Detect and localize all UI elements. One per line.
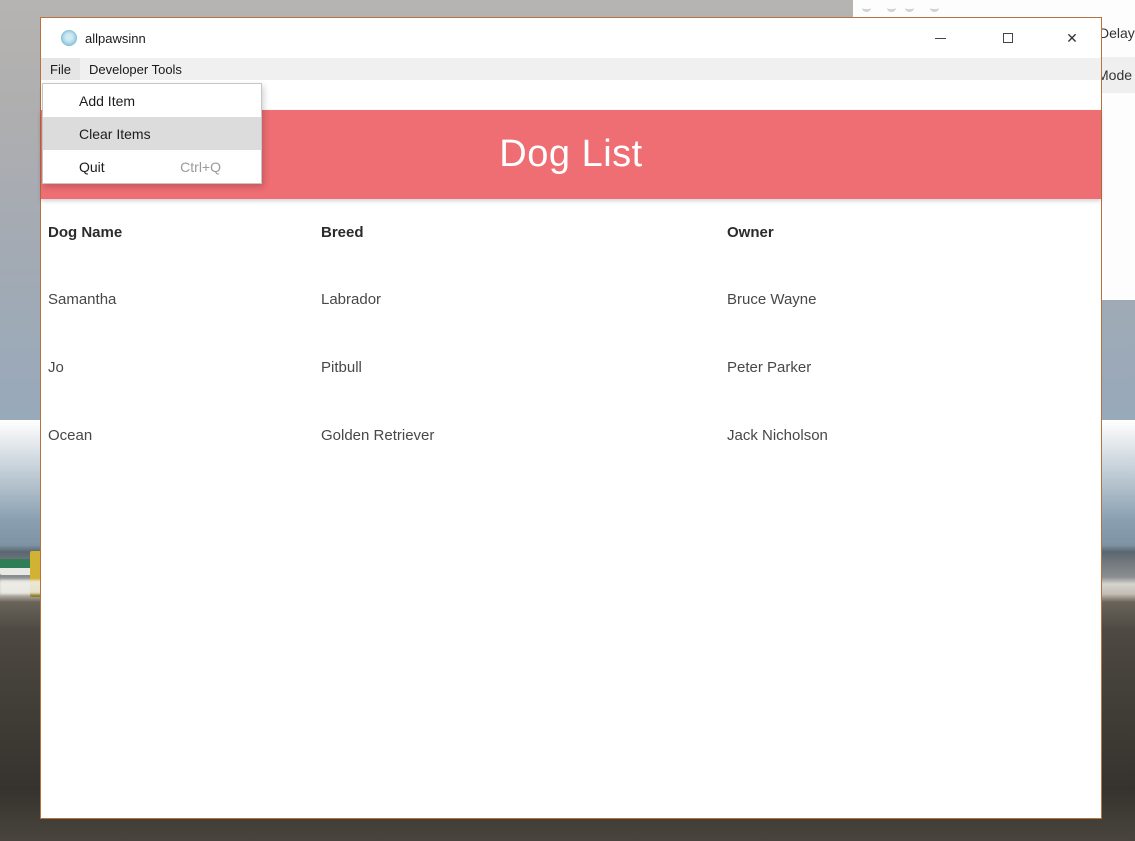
menu-item-clear-items[interactable]: Clear Items — [43, 117, 261, 150]
cell-owner: Jack Nicholson — [727, 427, 1101, 444]
background-toolbar-icon — [905, 4, 914, 12]
page-content: Dog List Dog Name Breed Owner Samantha L… — [41, 80, 1101, 818]
menu-bar: File Developer Tools — [41, 58, 1101, 80]
column-header-dog-name: Dog Name — [48, 224, 321, 241]
beach-surf — [0, 580, 45, 594]
menu-item-quit[interactable]: Quit Ctrl+Q — [43, 150, 261, 183]
table-header-row: Dog Name Breed Owner — [41, 199, 1101, 265]
cell-dog-name: Samantha — [48, 291, 321, 308]
desktop-wallpaper: Delay Mode allpawsinn ✕ File Dev — [0, 0, 1135, 841]
file-menu-dropdown: Add Item Clear Items Quit Ctrl+Q — [42, 83, 262, 184]
column-header-breed: Breed — [321, 224, 727, 241]
maximize-button[interactable] — [985, 18, 1031, 58]
menu-developer-tools[interactable]: Developer Tools — [80, 58, 191, 80]
minimize-icon — [935, 38, 946, 39]
menu-item-label: Clear Items — [79, 126, 151, 142]
menu-file[interactable]: File — [41, 58, 80, 80]
cell-owner: Bruce Wayne — [727, 291, 1101, 308]
window-controls: ✕ — [41, 18, 1101, 58]
background-window-toolbar — [853, 0, 1135, 15]
column-header-owner: Owner — [727, 224, 1101, 241]
title-bar[interactable]: allpawsinn ✕ — [41, 18, 1101, 58]
menu-item-label: Add Item — [79, 93, 135, 109]
dog-table: Dog Name Breed Owner Samantha Labrador B… — [41, 199, 1101, 469]
table-row: Ocean Golden Retriever Jack Nicholson — [41, 401, 1101, 469]
minimize-button[interactable] — [917, 18, 963, 58]
cell-owner: Peter Parker — [727, 359, 1101, 376]
background-toolbar-icon — [862, 4, 871, 12]
background-toolbar-icon — [887, 4, 896, 12]
shortcut-label: Ctrl+Q — [180, 159, 221, 175]
cell-breed: Labrador — [321, 291, 727, 308]
menu-item-add-item[interactable]: Add Item — [43, 84, 261, 117]
maximize-icon — [1003, 33, 1013, 43]
background-delay-label: Delay — [1099, 25, 1135, 41]
menu-item-label: Quit — [79, 159, 105, 175]
cell-breed: Pitbull — [321, 359, 727, 376]
background-toolbar-icon — [930, 4, 939, 12]
table-row: Samantha Labrador Bruce Wayne — [41, 265, 1101, 333]
page-title: Dog List — [499, 133, 642, 176]
electron-app-icon — [61, 30, 77, 46]
close-button[interactable]: ✕ — [1049, 18, 1095, 58]
cell-dog-name: Ocean — [48, 427, 321, 444]
window-title: allpawsinn — [85, 31, 146, 46]
close-icon: ✕ — [1066, 31, 1078, 45]
table-row: Jo Pitbull Peter Parker — [41, 333, 1101, 401]
cell-dog-name: Jo — [48, 359, 321, 376]
cell-breed: Golden Retriever — [321, 427, 727, 444]
